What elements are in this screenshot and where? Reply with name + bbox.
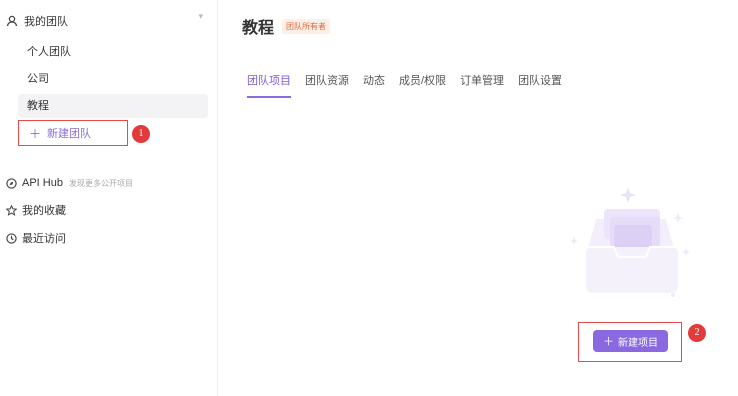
api-hub-subtitle: 发现更多公开项目 <box>68 178 133 188</box>
team-item-label: 公司 <box>27 73 49 85</box>
tab-activity[interactable]: 动态 <box>363 72 385 98</box>
new-project-label: 新建项目 <box>618 337 658 349</box>
favorites-label: 我的收藏 <box>22 205 66 217</box>
page-title: 教程 <box>242 20 275 37</box>
clock-icon <box>6 232 17 244</box>
plus-icon: ＋ <box>603 336 614 348</box>
plus-icon: ＋ <box>29 126 42 141</box>
title-row: 教程 团队所有者 <box>242 14 331 38</box>
annotation-badge-2: 2 <box>688 324 706 342</box>
team-item-label: 个人团队 <box>27 46 71 58</box>
my-teams-label: 我的团队 <box>24 16 68 28</box>
collapse-icon[interactable]: ▾ <box>198 11 203 22</box>
annotation-badge-1: 1 <box>132 125 150 143</box>
favorites-link[interactable]: 我的收藏 <box>6 201 66 219</box>
tab-team-resources[interactable]: 团队资源 <box>305 72 349 98</box>
sidebar: 我的团队 ▾ 个人团队 公司 教程 ＋ 新建团队 1 API Hub 发现更多公… <box>0 0 218 396</box>
new-team-button[interactable]: ＋ 新建团队 <box>18 120 128 146</box>
my-teams-header[interactable]: 我的团队 <box>6 12 206 30</box>
recent-link[interactable]: 最近访问 <box>6 229 66 247</box>
star-icon <box>6 204 17 216</box>
tab-bar: 团队项目 团队资源 动态 成员/权限 订单管理 团队设置 <box>247 72 576 98</box>
annotation-box-2: ＋ 新建项目 <box>578 322 682 362</box>
compass-icon <box>6 177 17 189</box>
api-hub-link[interactable]: API Hub 发现更多公开项目 <box>6 174 133 192</box>
tab-orders[interactable]: 订单管理 <box>460 72 504 98</box>
team-item-company[interactable]: 公司 <box>18 67 208 91</box>
owner-badge: 团队所有者 <box>282 18 331 34</box>
recent-label: 最近访问 <box>22 233 66 245</box>
api-hub-label: API Hub <box>22 177 63 189</box>
new-team-label: 新建团队 <box>47 128 92 140</box>
team-icon <box>6 15 18 27</box>
main-panel: 教程 团队所有者 团队项目 团队资源 动态 成员/权限 订单管理 团队设置 ＋ … <box>218 0 738 396</box>
team-item-tutorial[interactable]: 教程 <box>18 94 208 118</box>
tab-members[interactable]: 成员/权限 <box>399 72 446 98</box>
team-item-personal[interactable]: 个人团队 <box>18 40 208 64</box>
tab-team-projects[interactable]: 团队项目 <box>247 72 291 98</box>
tab-team-settings[interactable]: 团队设置 <box>518 72 562 98</box>
new-project-button[interactable]: ＋ 新建项目 <box>593 330 668 352</box>
team-item-label: 教程 <box>27 100 49 112</box>
empty-inbox-icon <box>570 187 690 297</box>
